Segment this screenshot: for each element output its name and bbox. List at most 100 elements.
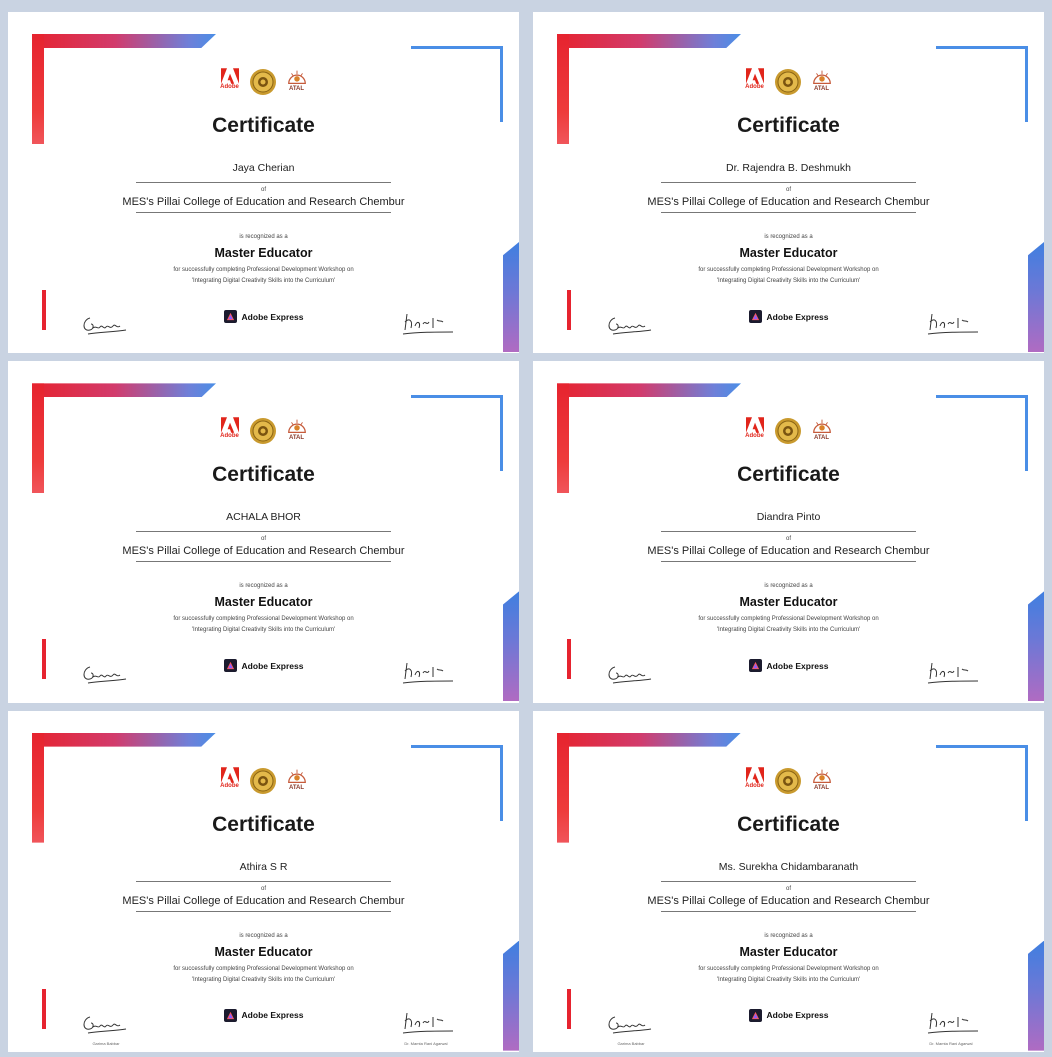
award-title: Master Educator <box>214 246 313 260</box>
certificate-title: Certificate <box>737 463 840 487</box>
adobe-wordmark: Adobe <box>745 782 764 789</box>
adobe-wordmark: Adobe <box>220 782 239 789</box>
adobe-wordmark: Adobe <box>220 84 239 90</box>
signature-icon <box>608 317 652 335</box>
award-title: Master Educator <box>739 944 838 959</box>
description-line-1: for successfully completing Professional… <box>698 267 879 273</box>
frame-top-red <box>32 383 216 398</box>
institution-underline <box>661 910 916 912</box>
description-line-1: for successfully completing Professional… <box>173 616 354 623</box>
frame-top-blue <box>411 744 503 748</box>
signature-icon <box>402 313 454 335</box>
award-title: Master Educator <box>214 595 313 610</box>
atal-logo-icon: ATAL <box>810 68 834 96</box>
atal-logo-icon: ATAL <box>810 767 834 795</box>
recognized-label: is recognized as a <box>764 583 813 590</box>
recipient-name: Diandra Pinto <box>756 511 821 524</box>
of-label: of <box>260 885 266 892</box>
signature-icon <box>402 663 454 684</box>
adobe-express-label: Adobe Express <box>241 660 304 671</box>
certificate-title: Certificate <box>212 463 315 487</box>
college-seal-icon <box>249 68 277 96</box>
adobe-wordmark: Adobe <box>745 84 764 90</box>
frame-top-blue <box>411 46 503 49</box>
institution-name: MES's Pillai College of Education and Re… <box>647 196 930 208</box>
adobe-express-icon <box>748 659 762 673</box>
atal-logo-icon: ATAL <box>285 767 309 795</box>
signer-left-name: Garima Babbar <box>92 1040 120 1046</box>
of-label: of <box>785 536 791 543</box>
certificate-card: Adobe ATAL Certificate Jaya Cherian of M… <box>8 12 519 354</box>
signature-icon <box>927 663 979 684</box>
description-line-2: 'Integrating Digital Creativity Skills i… <box>716 278 861 284</box>
frame-top-blue <box>936 744 1028 748</box>
adobe-logo-icon: Adobe <box>219 766 241 795</box>
signature-icon <box>608 1016 652 1034</box>
signature-icon <box>608 666 652 684</box>
certificate-title: Certificate <box>737 812 840 836</box>
adobe-logo-icon: Adobe <box>744 766 766 795</box>
adobe-express-label: Adobe Express <box>241 311 304 322</box>
signature-icon <box>83 666 127 684</box>
adobe-express-icon <box>748 1008 762 1022</box>
recognized-label: is recognized as a <box>239 234 288 240</box>
atal-wordmark: ATAL <box>813 86 830 92</box>
name-underline <box>136 182 391 183</box>
description-line-2: 'Integrating Digital Creativity Skills i… <box>191 627 336 634</box>
frame-top-blue <box>936 395 1028 399</box>
atal-logo-icon: ATAL <box>285 68 309 96</box>
recipient-name: Ms. Surekha Chidambaranath <box>718 860 859 873</box>
atal-wordmark: ATAL <box>288 435 305 442</box>
adobe-wordmark: Adobe <box>220 433 239 440</box>
description-line-1: for successfully completing Professional… <box>173 965 354 972</box>
recognized-label: is recognized as a <box>764 234 813 240</box>
atal-wordmark: ATAL <box>288 86 305 92</box>
college-seal-icon <box>249 417 277 445</box>
institution-underline <box>661 561 916 563</box>
signature-icon <box>927 1012 979 1034</box>
signer-left-name: Garima Babbar <box>617 1040 645 1046</box>
adobe-logo-icon: Adobe <box>219 417 241 445</box>
adobe-express-label: Adobe Express <box>766 1010 829 1021</box>
institution-name: MES's Pillai College of Education and Re… <box>122 196 405 208</box>
certificate-grid: Adobe ATAL Certificate Jaya Cherian of M… <box>8 12 1044 1052</box>
frame-top-red <box>32 34 216 48</box>
adobe-express-label: Adobe Express <box>241 1010 304 1021</box>
name-underline <box>136 531 391 533</box>
adobe-logo-icon: Adobe <box>744 417 766 445</box>
frame-top-blue <box>936 46 1028 49</box>
frame-top-red <box>557 383 741 398</box>
logo-row: Adobe ATAL <box>8 417 519 445</box>
logo-row: Adobe ATAL <box>8 68 519 96</box>
certificate-title: Certificate <box>737 114 840 137</box>
certificate-card: Adobe ATAL Certificate Dr. Rajendra B. D… <box>533 12 1044 354</box>
frame-top-red <box>557 34 741 48</box>
recipient-name: ACHALA BHOR <box>226 511 301 524</box>
certificate-card: Adobe ATAL Certificate Athira S R of MES… <box>8 710 519 1052</box>
institution-name: MES's Pillai College of Education and Re… <box>122 545 405 558</box>
award-title: Master Educator <box>739 595 838 610</box>
name-underline <box>136 880 391 882</box>
recognized-label: is recognized as a <box>239 932 288 939</box>
of-label: of <box>260 187 266 193</box>
certificate-card: Adobe ATAL Certificate Ms. Surekha Chida… <box>533 710 1044 1052</box>
of-label: of <box>260 536 266 543</box>
signature-icon <box>83 1016 127 1034</box>
description-line-1: for successfully completing Professional… <box>173 267 354 273</box>
signature-icon <box>402 1012 454 1034</box>
signer-right-name: Dr. Mamta Rani Agarwal <box>929 1040 973 1046</box>
institution-name: MES's Pillai College of Education and Re… <box>647 545 930 558</box>
certificate-title: Certificate <box>212 812 315 836</box>
adobe-express-icon <box>748 310 762 323</box>
logo-row: Adobe ATAL <box>533 766 1044 795</box>
atal-wordmark: ATAL <box>813 435 830 442</box>
certificate-title: Certificate <box>212 114 315 137</box>
institution-underline <box>661 212 916 213</box>
atal-wordmark: ATAL <box>288 784 305 791</box>
description-line-2: 'Integrating Digital Creativity Skills i… <box>716 976 861 983</box>
recognized-label: is recognized as a <box>239 583 288 590</box>
recipient-name: Dr. Rajendra B. Deshmukh <box>726 162 851 174</box>
recipient-name: Jaya Cherian <box>232 162 295 174</box>
college-seal-icon <box>774 417 802 445</box>
adobe-express-label: Adobe Express <box>766 311 829 322</box>
